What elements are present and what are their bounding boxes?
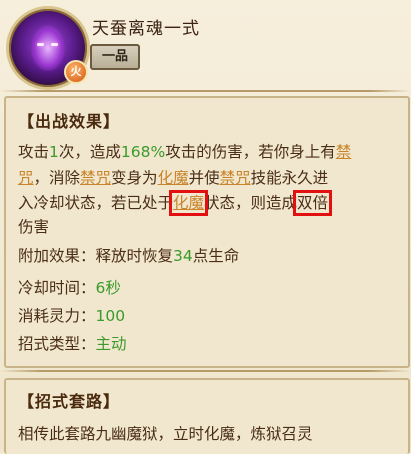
cost-value: 100	[95, 307, 126, 325]
type-label: 招式类型：	[18, 335, 96, 353]
effect-text: ，消除	[33, 169, 81, 187]
type-row: 招式类型：主动	[18, 332, 127, 354]
cooldown-row: 冷却时间：6秒	[18, 276, 121, 298]
extra-effect-text: 附加效果：释放时恢复	[18, 247, 174, 265]
combo-text: 相传此套路九幽魔狱，立时化魔，炼狱召灵	[18, 425, 313, 443]
effect-text: 攻击的伤害，若你身上有	[165, 143, 336, 161]
hit-count: 1	[49, 143, 59, 161]
effect-text: 入冷却状态，若已处于	[18, 194, 174, 212]
fire-element-badge: 火	[64, 60, 88, 84]
effect-text: 并使	[188, 169, 220, 187]
keyword-huamo-link-highlighted[interactable]: 化魔	[169, 190, 209, 216]
cooldown-label: 冷却时间：	[18, 279, 96, 297]
skill-icon-eye-right	[51, 43, 58, 46]
extra-effect: 附加效果：释放时恢复34点生命	[18, 244, 239, 266]
keyword-huamo-link[interactable]: 化魔	[158, 169, 189, 187]
extra-effect-text: 点生命	[192, 247, 240, 265]
header-divider	[0, 90, 411, 92]
cost-label: 消耗灵力：	[18, 307, 96, 325]
heal-amount: 34	[173, 247, 193, 265]
cooldown-value: 6秒	[95, 279, 121, 297]
effect-text: 次，造成	[58, 143, 121, 161]
effect-line-4: 伤害	[18, 218, 50, 236]
combo-box: 【招式套路】 相传此套路九幽魔狱，立时化魔，炼狱召灵	[4, 378, 410, 454]
cost-row: 消耗灵力：100	[18, 304, 125, 326]
effect-line-3: 入冷却状态，若已处于化魔状态，则造成双倍	[18, 190, 333, 216]
double-damage-highlighted: 双倍	[293, 190, 333, 216]
skill-name: 天蚕离魂一式	[92, 19, 200, 39]
effect-text: 状态，则造成	[204, 194, 298, 212]
effect-text: 技能永久进	[250, 169, 329, 187]
battle-effect-title: 【出战效果】	[18, 112, 121, 131]
type-value: 主动	[95, 335, 127, 353]
effect-line-1: 攻击1次，造成168%攻击的伤害，若你身上有禁	[18, 140, 351, 162]
combo-title: 【招式套路】	[18, 392, 121, 411]
effect-line-2: 咒，消除禁咒变身为化魔并使禁咒技能永久进	[18, 166, 328, 188]
battle-effect-box: 【出战效果】 攻击1次，造成168%攻击的伤害，若你身上有禁 咒，消除禁咒变身为…	[4, 96, 410, 368]
section-divider	[0, 370, 411, 372]
keyword-jinzhou-link[interactable]: 禁	[336, 143, 352, 161]
skill-tooltip-panel: 火 天蚕离魂一式 一品 【出战效果】 攻击1次，造成168%攻击的伤害，若你身上…	[0, 0, 411, 454]
effect-text: 攻击	[18, 143, 50, 161]
keyword-jinzhou-link[interactable]: 禁咒	[80, 169, 111, 187]
damage-percent: 168%	[120, 143, 166, 161]
skill-icon-glow	[31, 25, 65, 71]
grade-badge: 一品	[90, 44, 140, 70]
keyword-jinzhou-link[interactable]: 咒	[18, 169, 34, 187]
skill-icon-eye-left	[37, 43, 44, 46]
keyword-jinzhou-link[interactable]: 禁咒	[220, 169, 251, 187]
effect-text: 变身为	[111, 169, 158, 187]
